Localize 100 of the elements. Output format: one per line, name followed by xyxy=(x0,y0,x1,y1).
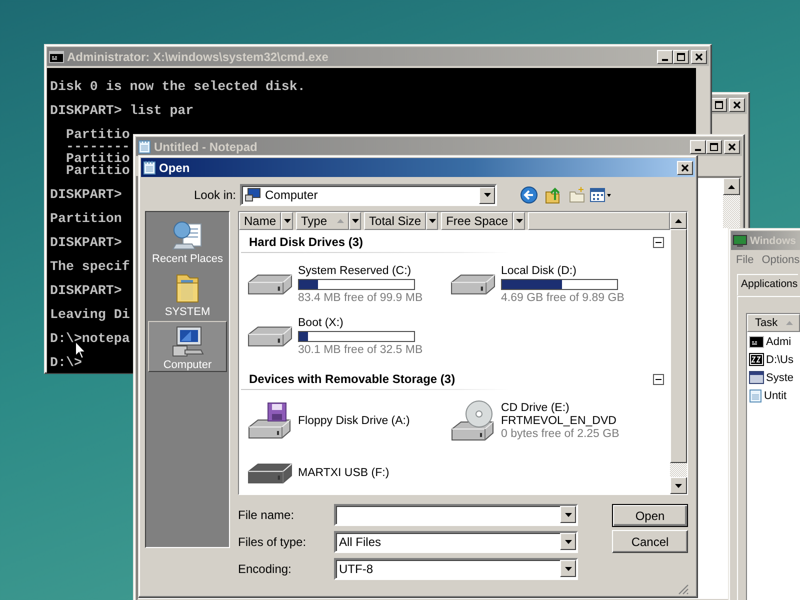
sort-arrow-icon xyxy=(337,219,344,223)
drive-item[interactable]: Boot (X:) 30.1 MB free of 32.5 MB xyxy=(246,313,449,359)
group-title: Devices with Removable Storage (3) xyxy=(249,372,456,386)
maximize-button[interactable] xyxy=(706,140,722,154)
column-header[interactable]: Total Size xyxy=(364,212,426,230)
maximize-button[interactable] xyxy=(711,98,727,112)
menu-item[interactable]: Options xyxy=(762,254,800,266)
column-header[interactable]: Name xyxy=(239,212,282,230)
minimize-icon xyxy=(662,58,668,60)
task-row[interactable]: Syste xyxy=(747,368,800,386)
column-filter-button[interactable] xyxy=(426,212,438,230)
dropdown-button[interactable] xyxy=(560,533,576,550)
scrollbar[interactable] xyxy=(670,212,687,494)
column-header[interactable]: Task xyxy=(747,314,800,332)
console-icon xyxy=(49,50,64,62)
down-arrow-icon xyxy=(484,193,490,197)
close-icon xyxy=(694,52,704,62)
maximize-button[interactable] xyxy=(673,50,689,64)
combo-box[interactable]: UTF-8 xyxy=(334,558,578,580)
drive-item[interactable]: CD Drive (E:) FRTMEVOL_EN_DVD 0 bytes free of 2.25 GB xyxy=(449,398,652,444)
close-button[interactable] xyxy=(724,140,740,154)
scroll-up-button[interactable] xyxy=(670,212,687,229)
console-line: Partitio xyxy=(64,165,130,177)
maximize-icon xyxy=(709,142,719,152)
column-filter-button[interactable] xyxy=(281,212,294,230)
look-in-label: Look in: xyxy=(192,188,236,202)
console-line: DISKPART> list par xyxy=(50,105,194,117)
console-line: Partition xyxy=(50,213,122,225)
close-icon xyxy=(732,100,742,110)
places-item[interactable]: SYSTEM xyxy=(148,268,227,319)
task-row[interactable]: Untit xyxy=(747,386,800,404)
maximize-icon xyxy=(714,100,724,110)
down-arrow-icon xyxy=(352,219,359,223)
console-line: DISKPART> xyxy=(50,285,122,297)
column-filter-button[interactable] xyxy=(513,212,526,230)
dropdown-button[interactable] xyxy=(560,560,576,577)
removable-drive-icon xyxy=(248,462,292,484)
console-line: Leaving Di xyxy=(50,309,130,321)
up-arrow-icon xyxy=(675,218,682,222)
down-arrow-icon xyxy=(564,566,572,570)
down-arrow-icon xyxy=(564,512,572,516)
column-header[interactable]: Free Space xyxy=(441,212,514,230)
combo-box[interactable]: All Files xyxy=(334,530,578,552)
close-button[interactable] xyxy=(729,98,745,112)
hard-drive-icon xyxy=(451,274,495,294)
minimize-icon xyxy=(695,148,701,150)
tab[interactable]: Applications xyxy=(737,274,798,296)
console-line: Disk 0 is now the selected disk. xyxy=(50,81,306,93)
view-grid-icon xyxy=(590,188,612,202)
folder-up-icon xyxy=(544,186,562,204)
down-arrow-icon xyxy=(516,219,523,223)
drive-item[interactable]: Floppy Disk Drive (A:) xyxy=(246,398,449,444)
scroll-thumb[interactable] xyxy=(670,229,687,463)
scrollbar[interactable] xyxy=(723,178,740,228)
up-arrow-icon xyxy=(728,184,735,188)
dialog-button[interactable]: Open xyxy=(612,504,688,527)
window-title: Open xyxy=(159,160,191,174)
window-title: Administrator: X:\windows\system32\cmd.exe xyxy=(67,50,330,64)
menu-item[interactable]: File xyxy=(736,254,754,266)
drive-item[interactable]: System Reserved (C:) 83.4 MB free of 99.9 MB xyxy=(246,261,449,307)
hard-drive-icon xyxy=(248,274,292,294)
dropdown-button[interactable] xyxy=(479,186,495,204)
close-button[interactable] xyxy=(691,50,707,64)
down-arrow-icon xyxy=(284,219,291,223)
console-line: DISKPART> xyxy=(50,189,122,201)
notepad-icon xyxy=(138,139,151,154)
task-row[interactable]: Admi xyxy=(747,332,800,350)
drive-item[interactable]: MARTXI USB (F:) xyxy=(246,450,449,494)
collapse-icon[interactable] xyxy=(653,236,664,248)
minimize-button[interactable] xyxy=(657,50,673,64)
combo-box[interactable] xyxy=(334,504,578,526)
look-in-combo-box[interactable]: Computer xyxy=(240,184,497,206)
close-icon xyxy=(680,162,690,172)
archive-icon xyxy=(749,353,764,366)
maximize-icon xyxy=(676,52,686,62)
field-label: File name: xyxy=(238,508,296,522)
window-title: Untitled - Notepad xyxy=(154,140,258,154)
monitor-icon xyxy=(733,234,747,246)
minimize-button[interactable] xyxy=(690,140,706,154)
field-label: Encoding: xyxy=(238,562,292,576)
scroll-up-button[interactable] xyxy=(723,178,740,195)
console-icon xyxy=(749,336,764,348)
drive-item[interactable]: Local Disk (D:) 4.69 GB free of 9.89 GB xyxy=(449,261,652,307)
task-row[interactable]: D:\Us xyxy=(747,350,800,368)
down-arrow-icon xyxy=(564,540,572,544)
new-folder-icon xyxy=(568,186,586,204)
close-icon xyxy=(727,142,737,152)
console-line: D:\> xyxy=(50,357,82,369)
dropdown-button[interactable] xyxy=(560,506,576,523)
window-icon xyxy=(749,371,764,384)
column-filter-button[interactable] xyxy=(349,212,362,230)
close-button[interactable] xyxy=(677,160,693,174)
resize-grip-icon[interactable] xyxy=(678,584,689,595)
dialog-button[interactable]: Cancel xyxy=(612,530,688,553)
places-item[interactable]: Recent Places xyxy=(148,215,227,266)
scroll-down-button[interactable] xyxy=(670,477,687,494)
console-line: The specif xyxy=(50,261,130,273)
column-header[interactable]: Type xyxy=(296,212,350,230)
computer-icon xyxy=(170,324,204,358)
collapse-icon[interactable] xyxy=(653,374,664,384)
